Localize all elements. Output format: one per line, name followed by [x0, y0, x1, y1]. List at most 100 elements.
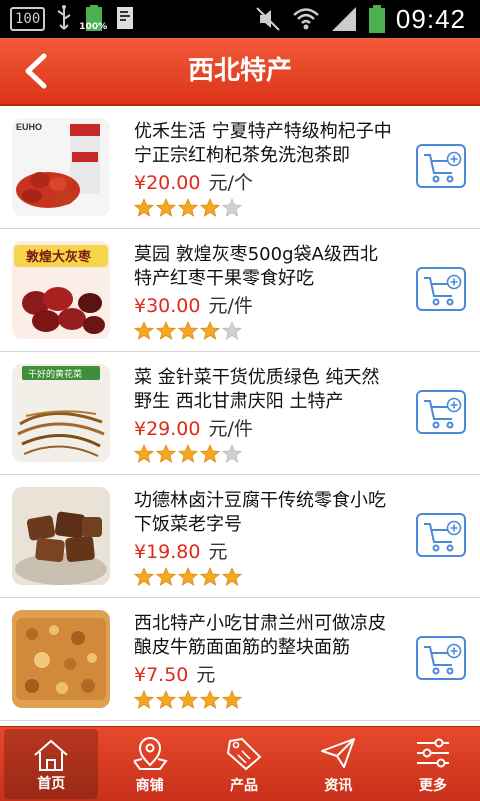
star-filled-icon	[156, 198, 176, 217]
tab-label: 更多	[418, 778, 447, 794]
star-filled-icon	[222, 690, 242, 709]
product-list: EUHO 优禾生活 宁夏特产特级枸杞子中宁正宗红枸杞茶免洗泡茶即 ¥20.00 元…	[0, 106, 480, 726]
cart-plus-icon	[424, 397, 462, 429]
tab-shops[interactable]: 商铺	[102, 727, 196, 801]
product-unit: 元/个	[208, 172, 253, 194]
battery-icon	[368, 5, 385, 33]
star-filled-icon	[156, 321, 176, 340]
tab-label: 首页	[37, 776, 66, 792]
tab-home[interactable]: 首页	[4, 729, 99, 799]
product-price: ¥19.80	[134, 541, 201, 563]
product-unit: 元	[196, 664, 216, 686]
usb-icon	[57, 5, 71, 30]
tab-label: 商铺	[135, 778, 164, 794]
mute-icon	[256, 7, 280, 31]
rating-stars	[134, 321, 242, 341]
wifi-icon	[293, 8, 319, 30]
thumb-caption: 敦煌大灰枣	[26, 249, 92, 265]
product-image	[12, 610, 110, 708]
tab-products[interactable]: 产品	[197, 727, 291, 801]
product-item[interactable]: 干好的黄花菜 菜 金针菜干货优质绿色 纯天然野生 西北甘肃庆阳 土特产 ¥29.…	[0, 352, 480, 475]
star-filled-icon	[156, 690, 176, 709]
status-bar: 100 100% 09:42	[0, 0, 480, 38]
product-image	[12, 487, 110, 585]
rating-stars	[134, 444, 242, 464]
product-item[interactable]: 西北特产小吃甘肃兰州可做凉皮酿皮牛筋面面筋的整块面筋 ¥7.50 元	[0, 598, 480, 721]
signal-icon	[331, 7, 356, 31]
product-name[interactable]: 西北特产小吃甘肃兰州可做凉皮酿皮牛筋面面筋的整块面筋	[134, 612, 394, 660]
star-empty-icon	[222, 321, 242, 340]
tab-label: 产品	[230, 778, 259, 794]
product-price-row: ¥29.00 元/件	[134, 414, 253, 441]
star-filled-icon	[156, 567, 176, 586]
product-price: ¥20.00	[134, 172, 201, 194]
sale-tag-icon	[226, 737, 262, 771]
star-filled-icon	[178, 690, 198, 709]
product-name[interactable]: 功德林卤汁豆腐干传统零食小吃下饭菜老字号	[134, 489, 394, 537]
page-title: 西北特产	[187, 56, 292, 86]
star-filled-icon	[200, 198, 220, 217]
product-price: ¥29.00	[134, 418, 201, 440]
star-filled-icon	[178, 567, 198, 586]
star-filled-icon	[178, 321, 198, 340]
product-unit: 元/件	[208, 295, 253, 317]
star-filled-icon	[134, 690, 154, 709]
star-filled-icon	[134, 444, 154, 463]
tab-news[interactable]: 资讯	[291, 727, 385, 801]
star-filled-icon	[200, 444, 220, 463]
home-icon	[34, 739, 68, 771]
rating-stars	[134, 198, 242, 218]
product-unit: 元	[208, 541, 228, 563]
star-empty-icon	[222, 444, 242, 463]
thumb-caption: 干好的黄花菜	[28, 368, 82, 380]
product-price-row: ¥20.00 元/个	[134, 168, 253, 195]
add-to-cart-button[interactable]	[416, 513, 466, 557]
tab-more[interactable]: 更多	[386, 727, 480, 801]
product-image: 干好的黄花菜	[12, 364, 110, 462]
cart-plus-icon	[424, 520, 462, 552]
sliders-icon	[416, 738, 449, 768]
document-icon	[117, 7, 134, 29]
star-filled-icon	[200, 567, 220, 586]
rating-stars	[134, 567, 242, 587]
add-to-cart-button[interactable]	[416, 144, 466, 188]
product-price-row: ¥19.80 元	[134, 537, 228, 564]
add-to-cart-button[interactable]	[416, 390, 466, 434]
product-image: EUHO	[12, 118, 110, 216]
product-name[interactable]: 优禾生活 宁夏特产特级枸杞子中宁正宗红枸杞茶免洗泡茶即	[134, 120, 394, 168]
product-unit: 元/件	[208, 418, 253, 440]
star-filled-icon	[222, 567, 242, 586]
battery-percent: 100%	[79, 22, 108, 32]
star-filled-icon	[178, 444, 198, 463]
tab-label: 资讯	[324, 778, 353, 794]
notification-badge: 100	[10, 7, 46, 31]
battery-full-icon: 100%	[79, 5, 107, 33]
star-filled-icon	[156, 444, 176, 463]
cart-plus-icon	[424, 274, 462, 306]
product-item[interactable]: EUHO 优禾生活 宁夏特产特级枸杞子中宁正宗红枸杞茶免洗泡茶即 ¥20.00 元…	[0, 106, 480, 229]
rating-stars	[134, 690, 242, 710]
star-filled-icon	[178, 198, 198, 217]
send-icon	[321, 738, 356, 768]
map-pin-icon	[132, 737, 168, 770]
product-price-row: ¥7.50 元	[134, 660, 215, 687]
add-to-cart-button[interactable]	[416, 267, 466, 311]
star-filled-icon	[134, 198, 154, 217]
star-filled-icon	[134, 567, 154, 586]
product-item[interactable]: 敦煌大灰枣 莫园 敦煌灰枣500g袋A级西北特产红枣干果零食好吃 ¥30.00 元…	[0, 229, 480, 352]
cart-plus-icon	[424, 643, 462, 675]
star-empty-icon	[222, 198, 242, 217]
product-item[interactable]: 功德林卤汁豆腐干传统零食小吃下饭菜老字号 ¥19.80 元	[0, 475, 480, 598]
product-image: 敦煌大灰枣	[12, 241, 110, 339]
product-name[interactable]: 莫园 敦煌灰枣500g袋A级西北特产红枣干果零食好吃	[134, 243, 394, 291]
product-price: ¥30.00	[134, 295, 201, 317]
product-price-row: ¥30.00 元/件	[134, 291, 253, 318]
cart-plus-icon	[424, 151, 462, 183]
clock: 09:42	[395, 3, 466, 34]
star-filled-icon	[200, 321, 220, 340]
title-bar: 西北特产	[0, 38, 480, 106]
add-to-cart-button[interactable]	[416, 636, 466, 680]
brand-mark: EUHO	[16, 122, 42, 132]
product-name[interactable]: 菜 金针菜干货优质绿色 纯天然野生 西北甘肃庆阳 土特产	[134, 366, 394, 414]
product-price: ¥7.50	[134, 664, 189, 686]
